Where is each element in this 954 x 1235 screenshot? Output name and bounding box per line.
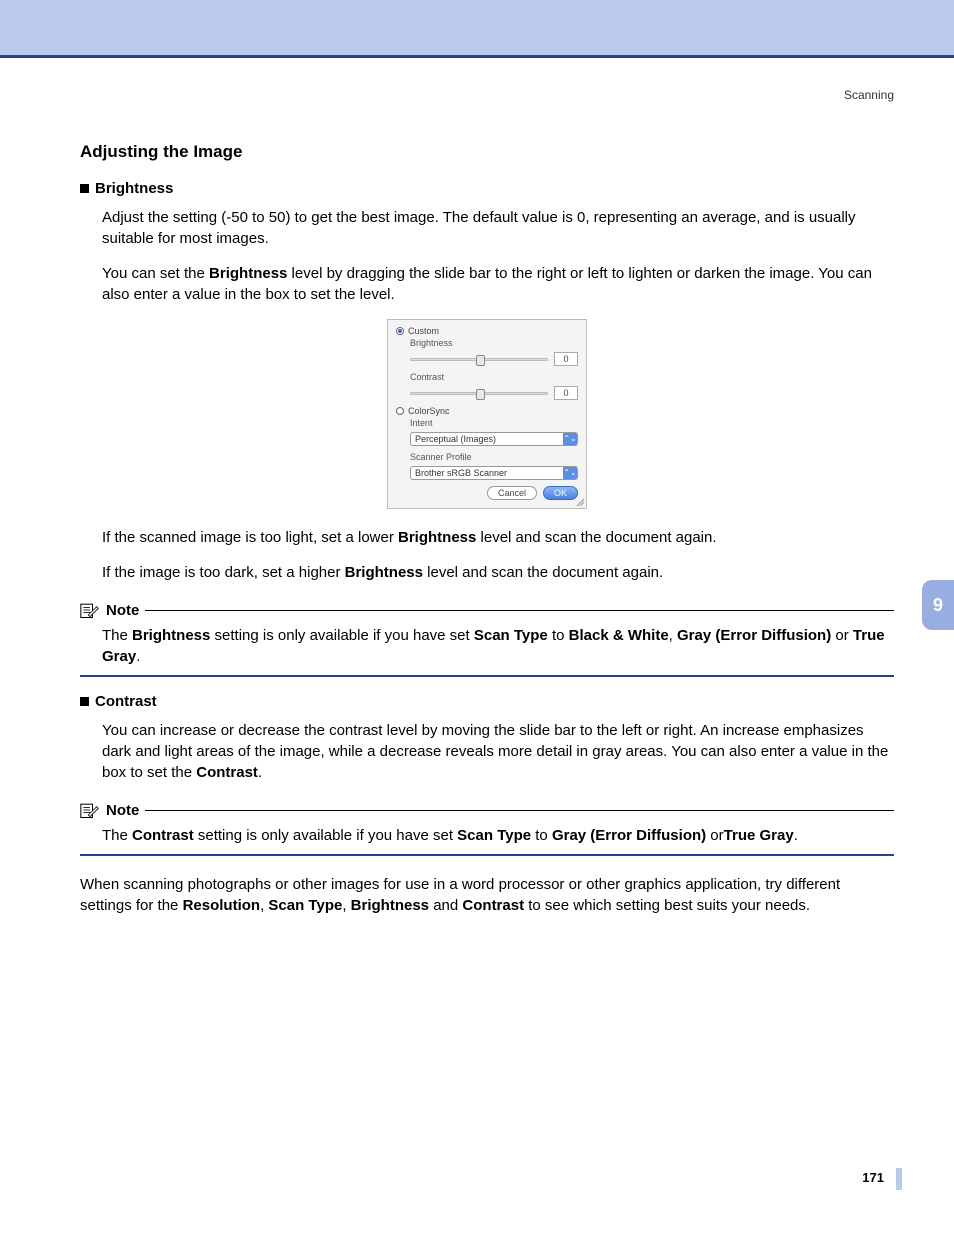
brightness-p3: If the scanned image is too light, set a… xyxy=(102,527,894,548)
intent-value: Perceptual (Images) xyxy=(411,433,563,445)
note-divider xyxy=(80,675,894,677)
closing-paragraph: When scanning photographs or other image… xyxy=(80,874,894,916)
note2-body: The Contrast setting is only available i… xyxy=(102,825,894,846)
profile-label: Scanner Profile xyxy=(410,452,578,462)
slider-thumb-icon[interactable] xyxy=(476,389,485,400)
bullet-brightness: Brightness xyxy=(80,180,894,197)
intent-label: Intent xyxy=(410,418,578,428)
running-header: Scanning xyxy=(80,88,894,102)
brightness-label: Brightness xyxy=(95,180,173,197)
dlg-brightness-label: Brightness xyxy=(410,338,578,348)
contrast-label: Contrast xyxy=(95,693,157,710)
page-accent xyxy=(896,1168,902,1190)
cancel-button[interactable]: Cancel xyxy=(487,486,537,500)
resize-grip-icon[interactable] xyxy=(574,496,584,506)
note-head: Note xyxy=(80,801,894,819)
note-block: Note The Brightness setting is only avai… xyxy=(80,601,894,677)
radio-colorsync-row: ColorSync xyxy=(396,406,578,416)
brightness-slider[interactable] xyxy=(410,358,548,361)
brightness-p4: If the image is too dark, set a higher B… xyxy=(102,562,894,583)
note1-body: The Brightness setting is only available… xyxy=(102,625,894,667)
page-title: Adjusting the Image xyxy=(80,142,894,162)
note-head: Note xyxy=(80,601,894,619)
slider-thumb-icon[interactable] xyxy=(476,355,485,366)
intent-select[interactable]: Perceptual (Images) ⌃⌄ xyxy=(410,432,578,446)
dialog-figure: Custom Brightness 0 Contrast 0 ColorSync… xyxy=(80,319,894,509)
note-title: Note xyxy=(106,602,139,619)
ok-button[interactable]: OK xyxy=(543,486,578,500)
contrast-slider[interactable] xyxy=(410,392,548,395)
note-divider xyxy=(80,854,894,856)
note-title: Note xyxy=(106,802,139,819)
page-content: Scanning Adjusting the Image Brightness … xyxy=(0,58,954,916)
square-bullet-icon xyxy=(80,697,89,706)
contrast-value[interactable]: 0 xyxy=(554,386,578,400)
square-bullet-icon xyxy=(80,184,89,193)
contrast-p1: You can increase or decrease the contras… xyxy=(102,720,894,783)
chapter-tab[interactable]: 9 xyxy=(922,580,954,630)
radio-custom-row: Custom xyxy=(396,326,578,336)
custom-label: Custom xyxy=(408,326,439,336)
page-number: 171 xyxy=(862,1170,884,1185)
chevron-updown-icon: ⌃⌄ xyxy=(563,433,577,445)
chevron-updown-icon: ⌃⌄ xyxy=(563,467,577,479)
brightness-p1: Adjust the setting (-50 to 50) to get th… xyxy=(102,207,894,249)
profile-value: Brother sRGB Scanner xyxy=(411,467,563,479)
note-block: Note The Contrast setting is only availa… xyxy=(80,801,894,856)
dialog-buttons: Cancel OK xyxy=(396,486,578,500)
settings-dialog: Custom Brightness 0 Contrast 0 ColorSync… xyxy=(387,319,587,509)
radio-icon[interactable] xyxy=(396,327,404,335)
bullet-contrast: Contrast xyxy=(80,693,894,710)
brightness-slider-row: 0 xyxy=(410,352,578,366)
note-rule xyxy=(145,610,894,611)
colorsync-label: ColorSync xyxy=(408,406,450,416)
contrast-slider-row: 0 xyxy=(410,386,578,400)
dlg-contrast-label: Contrast xyxy=(410,372,578,382)
profile-select[interactable]: Brother sRGB Scanner ⌃⌄ xyxy=(410,466,578,480)
brightness-p2: You can set the Brightness level by drag… xyxy=(102,263,894,305)
note-pencil-icon xyxy=(80,601,100,619)
header-bar xyxy=(0,0,954,58)
note-pencil-icon xyxy=(80,801,100,819)
radio-icon[interactable] xyxy=(396,407,404,415)
brightness-value[interactable]: 0 xyxy=(554,352,578,366)
note-rule xyxy=(145,810,894,811)
